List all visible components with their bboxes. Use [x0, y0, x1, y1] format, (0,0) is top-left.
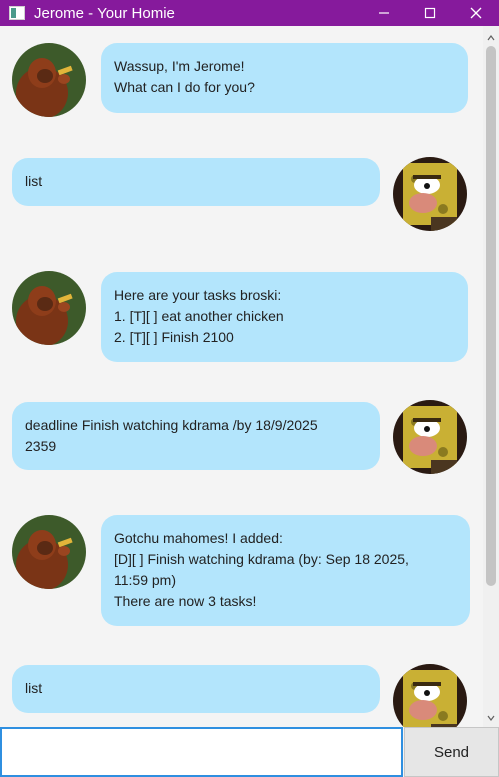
bot-message-bubble: Here are your tasks broski: 1. [T][ ] ea…	[101, 272, 468, 362]
bot-message-bubble: Gotchu mahomes! I added: [D][ ] Finish w…	[101, 515, 470, 626]
minimize-icon	[379, 12, 389, 14]
chat-scroll-pane[interactable]: Wassup, I'm Jerome! What can I do for yo…	[0, 26, 483, 727]
message-text: 11:59 pm)	[114, 572, 176, 588]
message-text: 2359	[25, 438, 57, 454]
message-text: Wassup, I'm Jerome!	[114, 58, 245, 74]
spongegar-avatar	[393, 400, 467, 474]
title-bar: Jerome - Your Homie	[0, 0, 499, 26]
user-message-bubble: list	[12, 665, 380, 713]
message-input[interactable]	[0, 727, 403, 777]
spongegar-avatar	[393, 157, 467, 231]
window-title: Jerome - Your Homie	[34, 4, 175, 22]
send-button[interactable]: Send	[404, 727, 499, 777]
orangutan-avatar	[12, 515, 86, 589]
message-text: There are now 3 tasks!	[114, 593, 257, 609]
maximize-button[interactable]	[407, 0, 453, 26]
message-text: [D][ ] Finish watching kdrama (by: Sep 1…	[114, 551, 409, 567]
message-text: What can I do for you?	[114, 79, 255, 95]
user-message-bubble: list	[12, 158, 380, 206]
message-text: 2. [T][ ] Finish 2100	[114, 329, 234, 345]
scroll-down-icon[interactable]	[487, 714, 495, 722]
close-icon	[470, 7, 482, 19]
send-button-label: Send	[433, 743, 470, 761]
orangutan-avatar	[12, 43, 86, 117]
message-text: list	[25, 680, 43, 696]
orangutan-avatar	[12, 271, 86, 345]
minimize-button[interactable]	[361, 0, 407, 26]
message-text: 1. [T][ ] eat another chicken	[114, 308, 284, 324]
user-message-bubble: deadline Finish watching kdrama /by 18/9…	[12, 402, 380, 470]
message-text: Here are your tasks broski:	[114, 287, 282, 303]
message-text: list	[25, 173, 43, 189]
scrollbar-thumb[interactable]	[486, 46, 496, 586]
spongegar-avatar	[393, 664, 467, 727]
message-text: Gotchu mahomes! I added:	[114, 530, 283, 546]
scroll-up-icon[interactable]	[487, 34, 495, 42]
maximize-icon	[424, 7, 436, 19]
window-app-icon	[9, 6, 25, 20]
message-text: deadline Finish watching kdrama /by 18/9…	[25, 417, 318, 433]
close-button[interactable]	[453, 0, 499, 26]
bot-message-bubble: Wassup, I'm Jerome! What can I do for yo…	[101, 43, 468, 113]
vertical-scrollbar[interactable]	[483, 26, 499, 727]
